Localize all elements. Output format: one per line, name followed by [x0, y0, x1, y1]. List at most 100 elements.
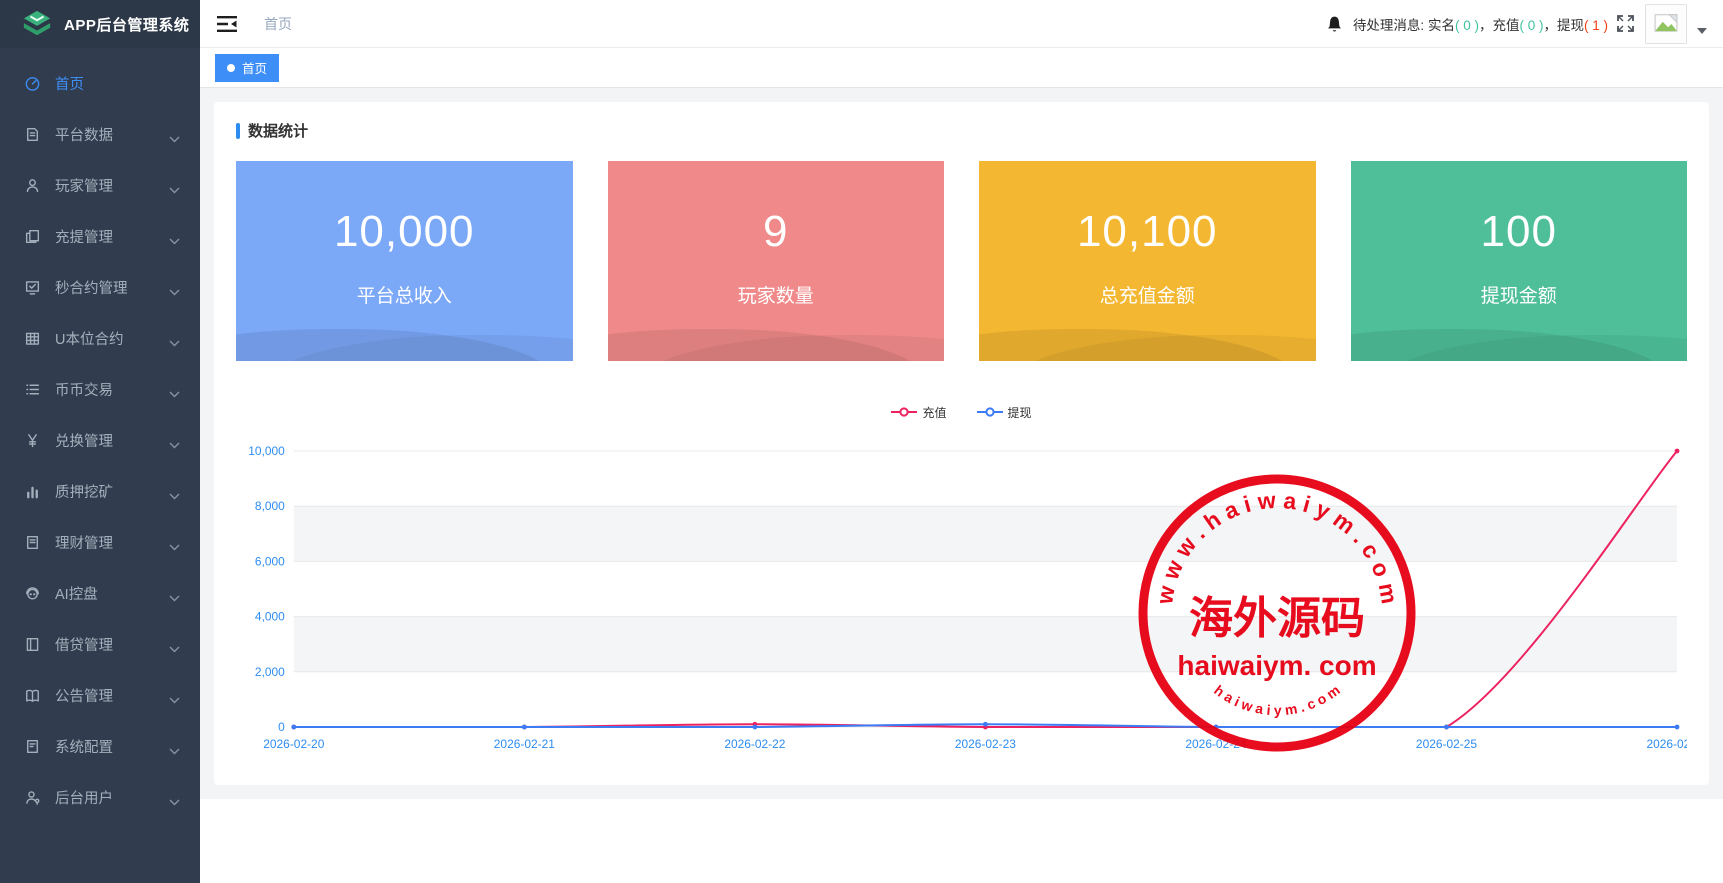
svg-text:4,000: 4,000: [255, 610, 285, 624]
sidebar-item-label: 币币交易: [55, 379, 169, 400]
main-column: 首页 待处理消息: 实名( 0 )，充值( 0 )，提现( 1 ): [200, 0, 1723, 883]
section-title-text: 数据统计: [248, 120, 308, 141]
sidebar-item-U本位合约[interactable]: U本位合约: [0, 313, 200, 364]
chevron-down-icon: [169, 131, 180, 138]
chevron-down-icon: [169, 335, 180, 342]
chevron-down-icon: [169, 284, 180, 291]
lending-icon: [24, 636, 41, 653]
legend-item-充值[interactable]: 充值: [891, 404, 946, 421]
svg-text:2026-02-25: 2026-02-25: [1416, 737, 1477, 751]
bell-icon[interactable]: [1326, 15, 1343, 33]
svg-text:2026-02-26: 2026-02-26: [1646, 737, 1687, 751]
content-wrapper: 数据统计 10,000 平台总收入 9 玩家数量: [200, 88, 1723, 799]
svg-text:2026-02-21: 2026-02-21: [494, 737, 555, 751]
staking-icon: [24, 483, 41, 500]
coin-trade-icon: [24, 381, 41, 398]
app-title: APP后台管理系统: [64, 14, 189, 35]
chart-legend: 充值 提现: [236, 403, 1687, 421]
pending-item-充值: 充值( 0 ): [1492, 18, 1543, 33]
sidebar-item-label: 后台用户: [55, 787, 169, 808]
stats-panel: 数据统计 10,000 平台总收入 9 玩家数量: [214, 102, 1709, 785]
ai-robot-icon: [24, 585, 41, 602]
pending-item-提现: 提现( 1 ): [1557, 18, 1608, 33]
chevron-down-icon: [169, 233, 180, 240]
sidebar-item-label: 秒合约管理: [55, 277, 169, 298]
logo-row: APP后台管理系统: [0, 0, 200, 48]
stat-card-总充值金额: 10,100 总充值金额: [979, 161, 1316, 361]
chevron-down-icon: [169, 692, 180, 699]
sidebar: APP后台管理系统 首页 平台数据 玩家管理 充提管理 秒合约管理: [0, 0, 200, 883]
sidebar-item-币币交易[interactable]: 币币交易: [0, 364, 200, 415]
avatar[interactable]: [1645, 4, 1687, 44]
sidebar-item-兑换管理[interactable]: 兑换管理: [0, 415, 200, 466]
sidebar-item-平台数据[interactable]: 平台数据: [0, 109, 200, 160]
stat-card-平台总收入: 10,000 平台总收入: [236, 161, 573, 361]
svg-text:2026-02-22: 2026-02-22: [724, 737, 785, 751]
legend-item-提现[interactable]: 提现: [977, 404, 1032, 421]
sidebar-item-借贷管理[interactable]: 借贷管理: [0, 619, 200, 670]
sidebar-item-玩家管理[interactable]: 玩家管理: [0, 160, 200, 211]
sidebar-item-系统配置[interactable]: 系统配置: [0, 721, 200, 772]
deposit-withdraw-icon: [24, 228, 41, 245]
stat-label: 提现金额: [1481, 281, 1557, 308]
svg-text:8,000: 8,000: [255, 499, 285, 513]
content-area: 数据统计 10,000 平台总收入 9 玩家数量: [200, 88, 1723, 883]
sidebar-item-公告管理[interactable]: 公告管理: [0, 670, 200, 721]
svg-text:0: 0: [278, 720, 285, 734]
stat-value: 10,100: [1077, 207, 1218, 257]
sidebar-item-label: AI控盘: [55, 583, 169, 604]
fullscreen-icon[interactable]: [1616, 14, 1635, 33]
sidebar-item-理财管理[interactable]: 理财管理: [0, 517, 200, 568]
menu-fold-icon[interactable]: [216, 15, 238, 33]
sidebar-item-label: 质押挖矿: [55, 481, 169, 502]
stat-card-玩家数量: 9 玩家数量: [608, 161, 945, 361]
sidebar-item-label: 系统配置: [55, 736, 169, 757]
chevron-down-icon: [169, 437, 180, 444]
sidebar-item-质押挖矿[interactable]: 质押挖矿: [0, 466, 200, 517]
second-contract-icon: [24, 279, 41, 296]
pending-item-实名: 实名( 0 ): [1428, 18, 1479, 33]
stat-label: 总充值金额: [1100, 281, 1195, 308]
stat-value: 9: [763, 207, 788, 257]
line-chart: 02,0004,0006,0008,00010,0002026-02-20202…: [236, 433, 1687, 759]
pending-messages: 待处理消息: 实名( 0 )，充值( 0 )，提现( 1 ): [1353, 14, 1608, 34]
sidebar-item-label: 平台数据: [55, 124, 169, 145]
sidebar-item-充提管理[interactable]: 充提管理: [0, 211, 200, 262]
sidebar-menu: 首页 平台数据 玩家管理 充提管理 秒合约管理 U本位合约: [0, 48, 200, 823]
broken-image-icon: [1654, 13, 1678, 35]
svg-text:2026-02-20: 2026-02-20: [263, 737, 324, 751]
sidebar-item-label: 理财管理: [55, 532, 169, 553]
stat-label: 平台总收入: [357, 281, 452, 308]
chevron-down-icon: [169, 539, 180, 546]
tab-label: 首页: [242, 58, 267, 77]
chart-block: 充值提现 02,0004,0006,0008,00010,0002026-02-…: [236, 403, 1687, 759]
svg-text:2026-02-23: 2026-02-23: [955, 737, 1016, 751]
tab-home[interactable]: 首页: [215, 54, 279, 82]
sidebar-item-label: 充提管理: [55, 226, 169, 247]
topbar-right: 待处理消息: 实名( 0 )，充值( 0 )，提现( 1 ): [1326, 4, 1709, 44]
chevron-down-icon: [169, 794, 180, 801]
stat-label: 玩家数量: [738, 281, 814, 308]
topbar: 首页 待处理消息: 实名( 0 )，充值( 0 )，提现( 1 ): [200, 0, 1723, 48]
svg-text:2,000: 2,000: [255, 665, 285, 679]
chevron-down-icon: [169, 743, 180, 750]
app-logo-icon: [22, 9, 52, 39]
announcement-icon: [24, 687, 41, 704]
svg-text:10,000: 10,000: [248, 444, 285, 458]
sidebar-item-label: 玩家管理: [55, 175, 169, 196]
pending-messages-label: 待处理消息:: [1353, 18, 1428, 33]
tabbar: 首页: [200, 48, 1723, 88]
svg-text:2026-02-24: 2026-02-24: [1185, 737, 1246, 751]
app-layout: APP后台管理系统 首页 平台数据 玩家管理 充提管理 秒合约管理: [0, 0, 1723, 883]
sidebar-item-秒合约管理[interactable]: 秒合约管理: [0, 262, 200, 313]
admin-user-icon: [24, 789, 41, 806]
sidebar-item-label: U本位合约: [55, 328, 169, 349]
sidebar-item-AI控盘[interactable]: AI控盘: [0, 568, 200, 619]
sidebar-item-label: 首页: [55, 73, 169, 94]
player-manage-icon: [24, 177, 41, 194]
exchange-icon: [24, 432, 41, 449]
sidebar-item-首页[interactable]: 首页: [0, 58, 200, 109]
user-menu-caret-icon[interactable]: [1697, 28, 1707, 34]
sidebar-item-后台用户[interactable]: 后台用户: [0, 772, 200, 823]
stat-card-提现金额: 100 提现金额: [1351, 161, 1688, 361]
